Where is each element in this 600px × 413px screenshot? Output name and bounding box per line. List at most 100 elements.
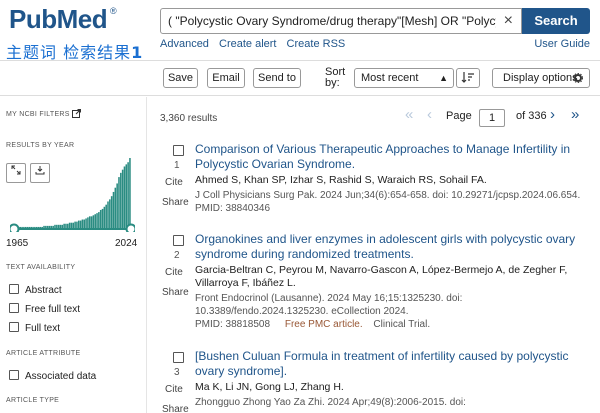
histogram-bar[interactable]	[129, 158, 131, 228]
histogram-bar[interactable]	[41, 226, 43, 228]
histogram-bar[interactable]	[92, 215, 95, 228]
next-page-icon[interactable]: ›	[550, 106, 555, 123]
checkbox[interactable]	[9, 303, 19, 313]
histogram-bar[interactable]	[72, 222, 75, 228]
save-button[interactable]: Save	[163, 68, 198, 88]
histogram-bar[interactable]	[101, 208, 104, 228]
histogram-bar[interactable]	[87, 217, 89, 228]
filter-free-full-text[interactable]: Free full text	[9, 303, 80, 315]
search-input[interactable]: ( "Polycystic Ovary Syndrome/drug therap…	[160, 8, 522, 34]
result-title[interactable]: [Bushen Culuan Formula in treatment of i…	[195, 349, 590, 379]
histogram-bar[interactable]	[65, 223, 67, 228]
histogram-bar[interactable]	[52, 225, 54, 228]
year-start-handle[interactable]	[10, 223, 20, 233]
histogram-bar[interactable]	[70, 222, 73, 228]
histogram-bar[interactable]	[26, 226, 29, 228]
histogram-bar[interactable]	[32, 226, 34, 228]
share-button[interactable]: Share	[162, 287, 189, 298]
histogram-bar[interactable]	[112, 191, 115, 228]
histogram-bar[interactable]	[24, 226, 27, 228]
histogram-bar[interactable]	[83, 219, 86, 228]
histogram-bar[interactable]	[30, 226, 32, 228]
histogram-bar[interactable]	[110, 196, 113, 228]
histogram-bar[interactable]	[85, 218, 87, 228]
histogram-bar[interactable]	[79, 220, 82, 228]
prev-page-icon[interactable]: ‹	[427, 106, 432, 123]
user-guide-link[interactable]: User Guide	[534, 38, 590, 50]
create-rss-link[interactable]: Create RSS	[287, 38, 346, 50]
result-checkbox[interactable]	[173, 352, 184, 363]
filter-full-text[interactable]: Full text	[9, 322, 60, 334]
filter-associated-data[interactable]: Associated data	[9, 370, 96, 382]
last-page-icon[interactable]: »	[571, 106, 579, 123]
histogram-bar[interactable]	[90, 216, 93, 228]
histogram-bar[interactable]	[35, 226, 38, 228]
histogram-bar[interactable]	[114, 187, 117, 228]
pubmed-logo[interactable]: PubMed ®	[9, 4, 117, 35]
histogram-bar[interactable]	[56, 224, 58, 228]
checkbox[interactable]	[9, 284, 19, 294]
share-button[interactable]: Share	[162, 197, 189, 208]
cite-button[interactable]: Cite	[165, 384, 183, 395]
histogram-bar[interactable]	[68, 222, 71, 228]
histogram-bar[interactable]	[67, 223, 69, 228]
histogram-bar[interactable]	[125, 164, 128, 228]
histogram-bar[interactable]	[21, 226, 23, 228]
histogram-bar[interactable]	[54, 224, 56, 228]
clear-icon[interactable]: ×	[504, 12, 513, 30]
histogram-bar[interactable]	[94, 214, 96, 228]
histogram-bar[interactable]	[28, 226, 31, 228]
histogram-bar[interactable]	[63, 223, 65, 228]
histogram-bar[interactable]	[109, 199, 111, 228]
histogram-bar[interactable]	[43, 225, 45, 228]
histogram-bar[interactable]	[105, 204, 107, 228]
search-button[interactable]: Search	[522, 8, 590, 34]
histogram-bar[interactable]	[123, 166, 126, 228]
histogram-bar[interactable]	[59, 224, 62, 228]
histogram-bar[interactable]	[88, 216, 91, 228]
histogram-bar[interactable]	[23, 226, 25, 228]
page-number-input[interactable]: 1	[479, 109, 505, 127]
histogram-bar[interactable]	[61, 224, 64, 228]
cite-button[interactable]: Cite	[165, 177, 183, 188]
histogram-bar[interactable]	[76, 221, 78, 228]
histogram-bar[interactable]	[120, 172, 122, 228]
histogram-bar[interactable]	[98, 212, 100, 228]
checkbox[interactable]	[9, 370, 19, 380]
result-checkbox[interactable]	[173, 235, 184, 246]
advanced-link[interactable]: Advanced	[160, 38, 209, 50]
first-page-icon[interactable]: «	[405, 106, 413, 123]
external-link-icon[interactable]	[72, 109, 81, 118]
result-checkbox[interactable]	[173, 145, 184, 156]
create-alert-link[interactable]: Create alert	[219, 38, 276, 50]
send-to-button[interactable]: Send to	[253, 68, 301, 88]
cite-button[interactable]: Cite	[165, 267, 183, 278]
histogram-bar[interactable]	[74, 221, 76, 228]
histogram-bar[interactable]	[103, 206, 106, 228]
histogram-bar[interactable]	[57, 224, 60, 228]
histogram-bar[interactable]	[96, 213, 98, 228]
year-end-handle[interactable]	[125, 223, 136, 233]
histogram-bar[interactable]	[81, 219, 84, 228]
sort-direction-button[interactable]	[456, 68, 480, 88]
histogram-bar[interactable]	[48, 225, 51, 228]
histogram-bar[interactable]	[34, 226, 36, 228]
histogram-bar[interactable]	[50, 225, 53, 228]
histogram-bar[interactable]	[19, 226, 22, 228]
histogram-bar[interactable]	[39, 226, 42, 228]
histogram-bar[interactable]	[107, 201, 109, 228]
histogram-bar[interactable]	[127, 162, 129, 228]
histogram-bar[interactable]	[46, 225, 49, 228]
histogram-bar[interactable]	[121, 169, 124, 228]
result-title[interactable]: Organokines and liver enzymes in adolesc…	[195, 232, 590, 262]
histogram-bar[interactable]	[118, 177, 120, 228]
share-button[interactable]: Share	[162, 404, 189, 413]
year-histogram[interactable]	[10, 150, 135, 232]
histogram-bar[interactable]	[116, 183, 118, 228]
filter-abstract[interactable]: Abstract	[9, 284, 62, 296]
display-options-button[interactable]: Display options	[492, 68, 590, 88]
sort-select[interactable]: Most recent ▲	[354, 68, 454, 88]
histogram-bar[interactable]	[37, 226, 40, 228]
email-button[interactable]: Email	[207, 68, 245, 88]
checkbox[interactable]	[9, 322, 19, 332]
